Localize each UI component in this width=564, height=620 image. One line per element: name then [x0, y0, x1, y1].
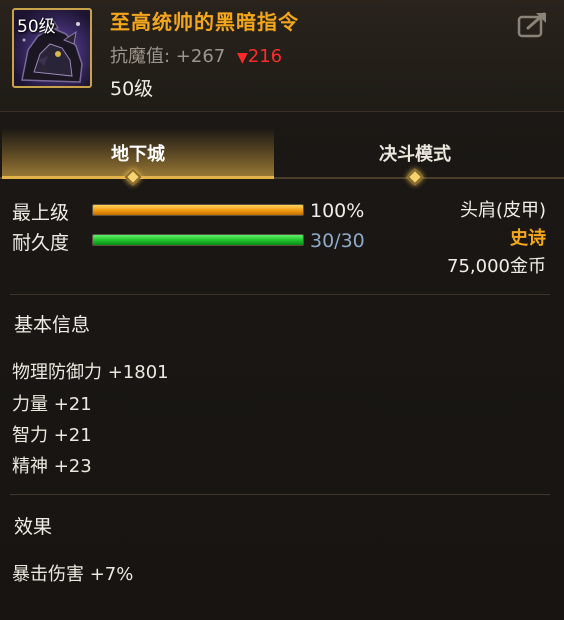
- price-label: 75,000金币: [447, 256, 546, 277]
- tab-dungeon[interactable]: 地下城: [2, 128, 274, 178]
- highest-grade-label: 最上级: [12, 202, 70, 224]
- divider: [10, 494, 550, 495]
- share-icon: [517, 12, 546, 38]
- highest-grade-bar: [92, 204, 304, 216]
- share-button[interactable]: [516, 10, 550, 40]
- equipment-slot: 头肩(皮甲): [459, 200, 546, 221]
- effects-title: 效果: [14, 516, 53, 538]
- durability-bar: [92, 234, 304, 246]
- rarity-label: 史诗: [510, 228, 546, 249]
- magic-resist-stat: 抗魔值: +267 ▼216: [110, 42, 282, 68]
- durability-bar-fill: [93, 235, 303, 245]
- item-level: 50级: [110, 78, 154, 100]
- attribute-spirit: 精神 +23: [12, 456, 92, 477]
- item-name: 至高统帅的黑暗指令: [110, 10, 299, 34]
- attribute-strength: 力量 +21: [12, 394, 92, 415]
- attribute-physical-defense: 物理防御力 +1801: [12, 362, 169, 383]
- stat-change-value: 216: [247, 46, 283, 67]
- basic-info-title: 基本信息: [14, 314, 91, 336]
- durability-value: 30/30: [310, 230, 365, 252]
- attribute-intelligence: 智力 +21: [12, 425, 92, 446]
- item-icon-level: 50级: [17, 17, 56, 37]
- stat-change: ▼216: [237, 46, 282, 67]
- item-icon: 50级: [12, 8, 92, 88]
- mode-tabs: 地下城 决斗模式: [0, 128, 564, 186]
- highest-grade-bar-fill: [93, 205, 303, 215]
- highest-grade-value: 100%: [310, 200, 365, 222]
- magic-resist-label: 抗魔值: +267: [110, 46, 226, 67]
- item-tooltip-panel: 50级 至高统帅的黑暗指令 抗魔值: +267 ▼216 50级 地下城 决斗模…: [0, 0, 564, 620]
- durability-label: 耐久度: [12, 232, 70, 254]
- item-header: 50级 至高统帅的黑暗指令 抗魔值: +267 ▼216 50级: [0, 0, 564, 112]
- divider: [10, 294, 550, 295]
- down-arrow-icon: ▼: [236, 50, 248, 66]
- effect-crit-damage: 暴击伤害 +7%: [12, 564, 134, 585]
